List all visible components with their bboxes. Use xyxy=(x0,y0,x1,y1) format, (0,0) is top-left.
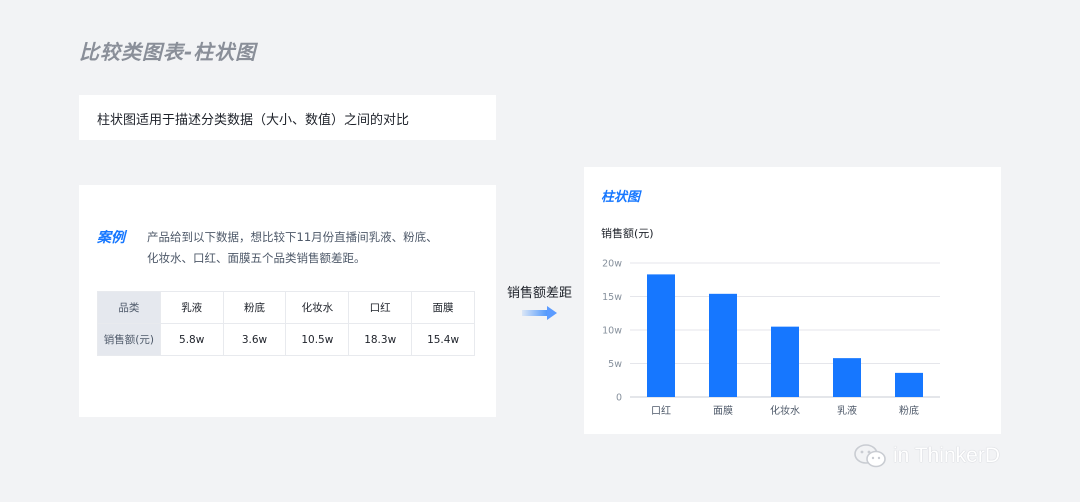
bar xyxy=(833,358,861,397)
table-cell-value: 15.4w xyxy=(411,323,475,356)
arrow-right-icon xyxy=(522,306,557,320)
y-tick-label: 10w xyxy=(602,326,622,337)
watermark-text: in ThinkerD xyxy=(893,444,1000,467)
table-row: 销售额(元) 5.8w 3.6w 10.5w 18.3w 15.4w xyxy=(97,323,475,356)
table-cell-category: 乳液 xyxy=(159,291,224,324)
table-cell-category: 面膜 xyxy=(411,291,475,324)
description-text: 柱状图适用于描述分类数据（大小、数值）之间的对比 xyxy=(97,113,410,128)
table-cell-value: 5.8w xyxy=(159,323,224,356)
table-row-label: 销售额(元) xyxy=(97,323,161,356)
table-cell-value: 10.5w xyxy=(285,323,350,356)
x-tick-label: 面膜 xyxy=(713,405,733,417)
table-cell-value: 18.3w xyxy=(348,323,413,356)
bar xyxy=(709,293,737,397)
y-tick-label: 20w xyxy=(602,259,622,270)
case-card: 案例 产品给到以下数据，想比较下11月份直播间乳液、粉底、化妆水、口红、面膜五个… xyxy=(79,185,496,417)
bar xyxy=(647,274,675,397)
y-tick-label: 5w xyxy=(608,359,622,370)
x-tick-label: 乳液 xyxy=(837,404,857,417)
bar xyxy=(771,326,799,397)
sales-table: 品类 乳液 粉底 化妆水 口红 面膜 销售额(元) 5.8w 3.6w 10.5… xyxy=(97,291,475,356)
chart-card: 柱状图 销售额(元) 0 5w 10w 15w 20w 口红 面膜 化妆水 乳液 粉底 xyxy=(584,167,1001,434)
x-tick-label: 口红 xyxy=(651,404,671,417)
watermark: in ThinkerD xyxy=(853,443,1000,469)
y-tick-label: 0 xyxy=(616,393,622,404)
table-header-label: 品类 xyxy=(97,291,161,324)
table-cell-category: 粉底 xyxy=(222,291,287,324)
table-cell-value: 3.6w xyxy=(222,323,287,356)
table-header-row: 品类 乳液 粉底 化妆水 口红 面膜 xyxy=(97,291,475,324)
x-tick-label: 化妆水 xyxy=(770,404,800,417)
case-tag: 案例 xyxy=(97,230,125,246)
bar-chart: 0 5w 10w 15w 20w 口红 面膜 化妆水 乳液 粉底 xyxy=(602,259,940,417)
table-cell-category: 化妆水 xyxy=(285,291,350,324)
table-cell-category: 口红 xyxy=(348,291,413,324)
page-title: 比较类图表-柱状图 xyxy=(79,40,257,64)
y-tick-label: 15w xyxy=(602,292,622,303)
case-description: 产品给到以下数据，想比较下11月份直播间乳液、粉底、化妆水、口红、面膜五个品类销… xyxy=(147,230,438,265)
transition-label: 销售额差距 xyxy=(507,286,573,301)
bar xyxy=(895,372,923,397)
description-card: 柱状图适用于描述分类数据（大小、数值）之间的对比 xyxy=(79,95,496,140)
wechat-icon xyxy=(854,444,886,468)
x-tick-label: 粉底 xyxy=(899,404,919,417)
